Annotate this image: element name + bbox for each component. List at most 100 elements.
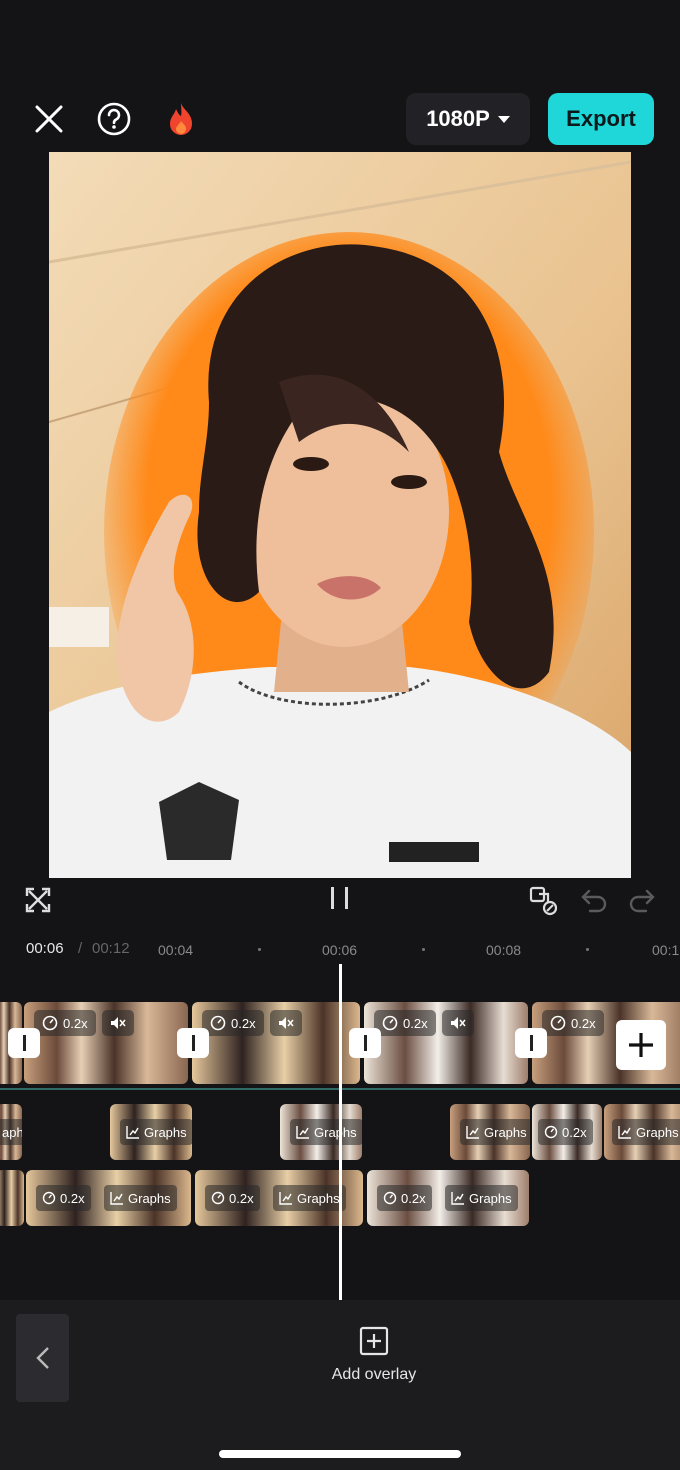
transition-button[interactable] (8, 1028, 40, 1058)
resolution-dropdown[interactable]: 1080P (406, 93, 530, 145)
speed-label: 0.2x (231, 1015, 256, 1031)
playhead[interactable] (339, 964, 342, 1300)
effect-chip: 0.2x (538, 1119, 593, 1145)
time-ruler[interactable]: 00:06 / 00:12 00:04 00:06 00:08 00:1 (0, 932, 680, 964)
graph-icon (110, 1192, 123, 1205)
video-clip[interactable]: 0.2x (192, 1002, 360, 1084)
timeline[interactable]: 0.2x 0.2x 0.2x 0.2x aph Graphs Graphs Gr… (0, 964, 680, 1300)
video-preview[interactable] (49, 152, 631, 878)
graph-icon (618, 1126, 631, 1139)
effect-label: Graphs (128, 1190, 171, 1206)
speed-icon (544, 1125, 558, 1139)
graph-icon (126, 1126, 139, 1139)
speed-label: 0.2x (63, 1015, 88, 1031)
speed-icon (550, 1015, 566, 1031)
fullscreen-icon[interactable] (16, 878, 60, 922)
mute-icon (451, 1017, 466, 1029)
transition-button[interactable] (515, 1028, 547, 1058)
speed-icon (382, 1015, 398, 1031)
speed-chip: 0.2x (205, 1185, 260, 1211)
mute-badge (442, 1010, 474, 1036)
current-time: 00:06 (26, 940, 64, 957)
video-clip[interactable]: 0.2x (364, 1002, 528, 1084)
speed-label: 0.2x (571, 1015, 596, 1031)
undo-icon[interactable] (572, 878, 616, 922)
speed-label: 0.2x (229, 1190, 254, 1206)
preview-frame-image (49, 152, 631, 878)
fire-icon[interactable] (159, 97, 203, 141)
effect-chip: Graphs (273, 1185, 346, 1211)
mute-badge (102, 1010, 134, 1036)
transition-button[interactable] (177, 1028, 209, 1058)
add-overlay-label: Add overlay (331, 1366, 417, 1383)
back-button[interactable] (16, 1314, 69, 1402)
mute-badge (270, 1010, 302, 1036)
ruler-dot (422, 948, 425, 951)
speed-label: 0.2x (401, 1190, 426, 1206)
speed-label: 0.2x (403, 1015, 428, 1031)
effect-chip: aphs (0, 1119, 22, 1145)
graph-icon (466, 1126, 479, 1139)
overlay-clip[interactable]: Graphs (450, 1104, 530, 1160)
redo-icon[interactable] (620, 878, 664, 922)
graph-icon (296, 1126, 309, 1139)
speed-icon (210, 1015, 226, 1031)
add-overlay-icon (359, 1326, 389, 1356)
graph-icon (279, 1192, 292, 1205)
graph-icon (451, 1192, 464, 1205)
overlay-clip[interactable]: 0.2x Graphs (195, 1170, 363, 1226)
ruler-dot (258, 948, 261, 951)
top-bar: 1080P Export (0, 90, 680, 150)
overlay-clip[interactable]: Graphs (110, 1104, 192, 1160)
effect-chip: Graphs (290, 1119, 362, 1145)
ruler-tick: 00:08 (486, 942, 522, 958)
effect-label: Graphs (484, 1124, 527, 1140)
effect-label: Graphs (144, 1124, 187, 1140)
mute-icon (111, 1017, 126, 1029)
overlay-clip[interactable] (0, 1170, 24, 1226)
ruler-tick: 00:06 (322, 942, 358, 958)
overlay-clip[interactable]: aphs (0, 1104, 22, 1160)
speed-label: 0.2x (60, 1190, 85, 1206)
pause-icon[interactable] (318, 876, 362, 920)
ruler-tick: 00:04 (158, 942, 194, 958)
speed-badge: 0.2x (34, 1010, 96, 1036)
player-controls (0, 878, 680, 920)
help-icon[interactable] (92, 97, 136, 141)
overlay-clip[interactable]: Graphs (604, 1104, 680, 1160)
time-separator: / (78, 940, 83, 957)
speed-badge: 0.2x (374, 1010, 436, 1036)
overlay-clip[interactable]: 0.2x Graphs (367, 1170, 529, 1226)
plus-icon (629, 1033, 653, 1057)
effect-chip: Graphs (120, 1119, 192, 1145)
speed-icon (211, 1191, 225, 1205)
effect-chip: Graphs (612, 1119, 680, 1145)
speed-chip: 0.2x (36, 1185, 91, 1211)
keyframe-icon[interactable] (521, 878, 565, 922)
video-clip[interactable]: 0.2x (24, 1002, 188, 1084)
overlay-clip[interactable]: 0.2x (532, 1104, 602, 1160)
speed-badge: 0.2x (542, 1010, 604, 1036)
close-icon[interactable] (27, 97, 71, 141)
add-overlay-button[interactable]: Add overlay (304, 1326, 444, 1386)
effect-label: Graphs (314, 1124, 357, 1140)
effect-label: 0.2x (562, 1124, 587, 1140)
transition-button[interactable] (349, 1028, 381, 1058)
speed-chip: 0.2x (377, 1185, 432, 1211)
effect-label: Graphs (469, 1190, 512, 1206)
effect-label: Graphs (297, 1190, 340, 1206)
add-clip-button[interactable] (616, 1020, 666, 1070)
home-indicator[interactable] (219, 1450, 461, 1458)
export-button[interactable]: Export (548, 93, 654, 145)
mute-icon (279, 1017, 294, 1029)
effect-chip: Graphs (460, 1119, 530, 1145)
ruler-dot (586, 948, 589, 951)
speed-icon (42, 1015, 58, 1031)
overlay-clip[interactable]: Graphs (280, 1104, 362, 1160)
caret-down-icon (497, 115, 510, 123)
speed-badge: 0.2x (202, 1010, 264, 1036)
speed-icon (42, 1191, 56, 1205)
effect-chip: Graphs (445, 1185, 518, 1211)
total-time: 00:12 (92, 940, 130, 957)
overlay-clip[interactable]: 0.2x Graphs (26, 1170, 191, 1226)
